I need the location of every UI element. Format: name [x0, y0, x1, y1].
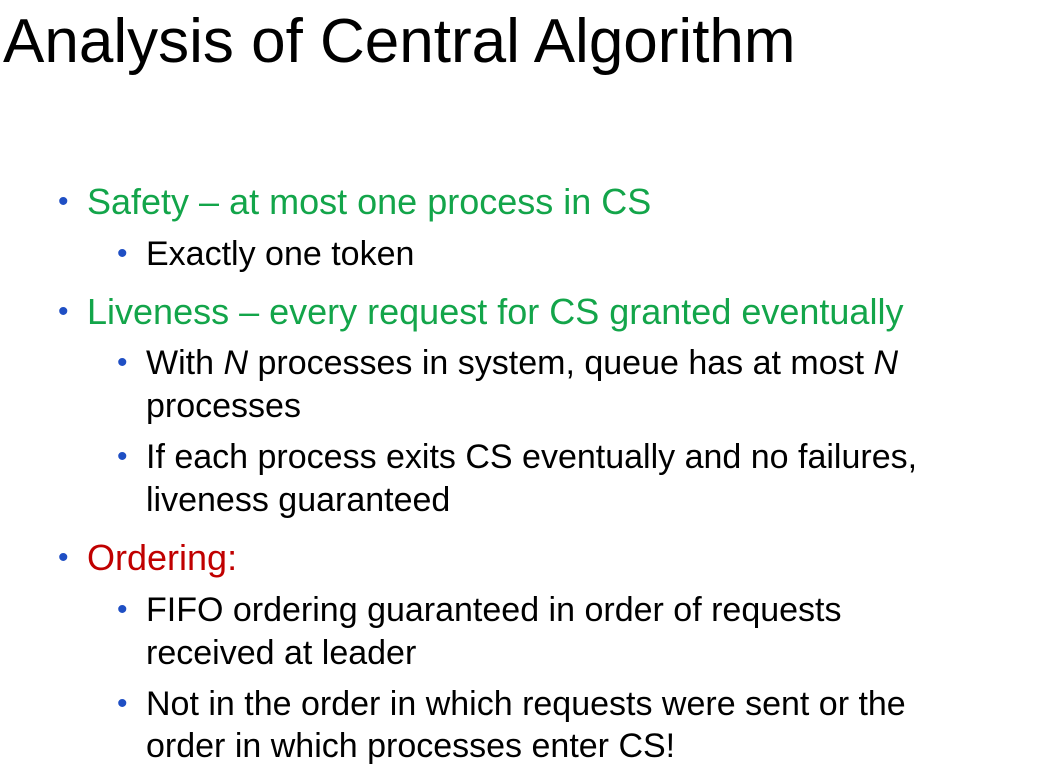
bullet-dot-icon: • [117, 346, 128, 379]
liveness-sub2-line2: liveness guaranteed [146, 481, 451, 519]
ordering-sub2-line2: order in which processes enter CS! [146, 727, 676, 765]
bullet-dot-icon: • [117, 593, 128, 626]
ordering-sub1-line1: FIFO ordering guaranteed in order of req… [146, 591, 842, 629]
liveness-sub2-line1: If each process exits CS eventually and … [146, 438, 918, 476]
bullet-dot-icon: • [117, 687, 128, 720]
bullet-dot-icon: • [58, 541, 69, 574]
slide-title: Analysis of Central Algorithm [3, 7, 796, 76]
ordering-heading: Ordering: [87, 537, 238, 578]
liveness-sub1-line2: processes [146, 387, 301, 425]
safety-sub-text: Exactly one token [146, 235, 415, 273]
text-segment: processes in system, queue has at most [248, 344, 874, 382]
variable-n: N [873, 344, 899, 382]
text-segment: With [146, 344, 224, 382]
bullet-dot-icon: • [58, 295, 69, 328]
safety-heading: Safety – at most one process in CS [87, 181, 652, 222]
ordering-sub2-line1: Not in the order in which requests were … [146, 685, 906, 723]
bullet-dot-icon: • [58, 185, 69, 218]
liveness-sub1-line1: With N processes in system, queue has at… [146, 342, 898, 384]
bullet-dot-icon: • [117, 237, 128, 270]
ordering-sub1-line2: received at leader [146, 634, 417, 672]
liveness-heading: Liveness – every request for CS granted … [87, 291, 904, 332]
variable-n: N [223, 344, 249, 382]
bullet-dot-icon: • [117, 440, 128, 473]
